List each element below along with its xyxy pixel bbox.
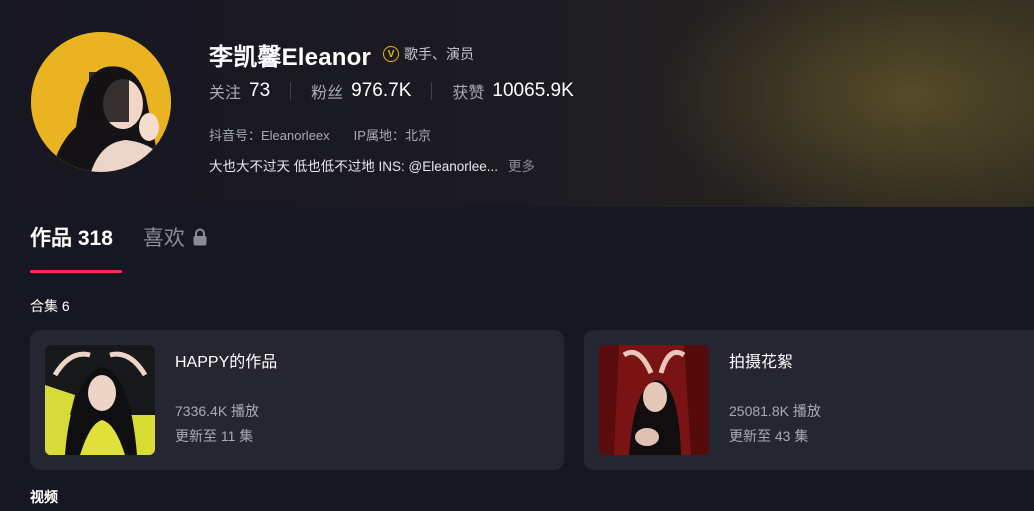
stat-likes-value: 10065.9K [492, 80, 574, 101]
profile-header: 李凯馨Eleanor V 歌手、演员 关注 73 粉丝 976.7K 获赞 10… [0, 0, 1034, 207]
stat-following-label[interactable]: 关注 [209, 79, 241, 103]
douyin-id: 抖音号：Eleanorleex [209, 128, 330, 143]
collection-thumbnail [45, 345, 155, 455]
collection-updated: 更新至 11 集 [175, 428, 254, 444]
active-tab-indicator [30, 270, 122, 273]
bio-text: 大也大不过天 低也低不过地 INS: @Eleanorlee... [209, 159, 499, 174]
collection-thumbnail [599, 345, 709, 455]
videos-section-title: 视频 [30, 489, 58, 505]
collection-card[interactable]: 拍摄花絮 25081.8K 播放 更新至 43 集 [584, 330, 1034, 470]
ip-location: IP属地：北京 [353, 128, 431, 143]
meta-row: 抖音号：Eleanorleex IP属地：北京 [209, 125, 431, 144]
tab-works[interactable]: 作品 318 [30, 222, 113, 252]
name-row: 李凯馨Eleanor V 歌手、演员 [209, 38, 475, 71]
collection-title: 拍摄花絮 [729, 354, 794, 371]
profile-name: 李凯馨Eleanor [209, 43, 372, 71]
collection-card[interactable]: HAPPY的作品 7336.4K 播放 更新至 11 集 [30, 330, 564, 470]
bio-row: 大也大不过天 低也低不过地 INS: @Eleanorlee... 更多 [209, 155, 535, 175]
avatar[interactable] [31, 32, 171, 172]
stat-likes-label: 获赞 [452, 85, 485, 102]
verified-v-icon: V [383, 46, 400, 62]
tab-bar: 作品 318 喜欢 [30, 222, 208, 252]
collection-title: HAPPY的作品 [175, 354, 278, 371]
lock-icon [192, 228, 208, 246]
tab-likes-label: 喜欢 [142, 227, 185, 250]
collection-plays: 25081.8K 播放 [729, 403, 821, 419]
bio-more-link[interactable]: 更多 [508, 155, 535, 175]
stat-followers-value[interactable]: 976.7K [351, 80, 411, 102]
stats-row: 关注 73 粉丝 976.7K 获赞 10065.9K [209, 79, 574, 103]
tab-likes[interactable]: 喜欢 [143, 222, 208, 252]
divider [290, 82, 292, 100]
collection-updated: 更新至 43 集 [729, 428, 809, 444]
verify-description: 歌手、演员 [404, 46, 475, 62]
divider [431, 82, 433, 100]
stat-following-value[interactable]: 73 [249, 80, 270, 102]
collection-plays: 7336.4K 播放 [175, 403, 260, 419]
stat-followers-label[interactable]: 粉丝 [311, 79, 343, 103]
collections-title: 合集 6 [30, 298, 70, 314]
